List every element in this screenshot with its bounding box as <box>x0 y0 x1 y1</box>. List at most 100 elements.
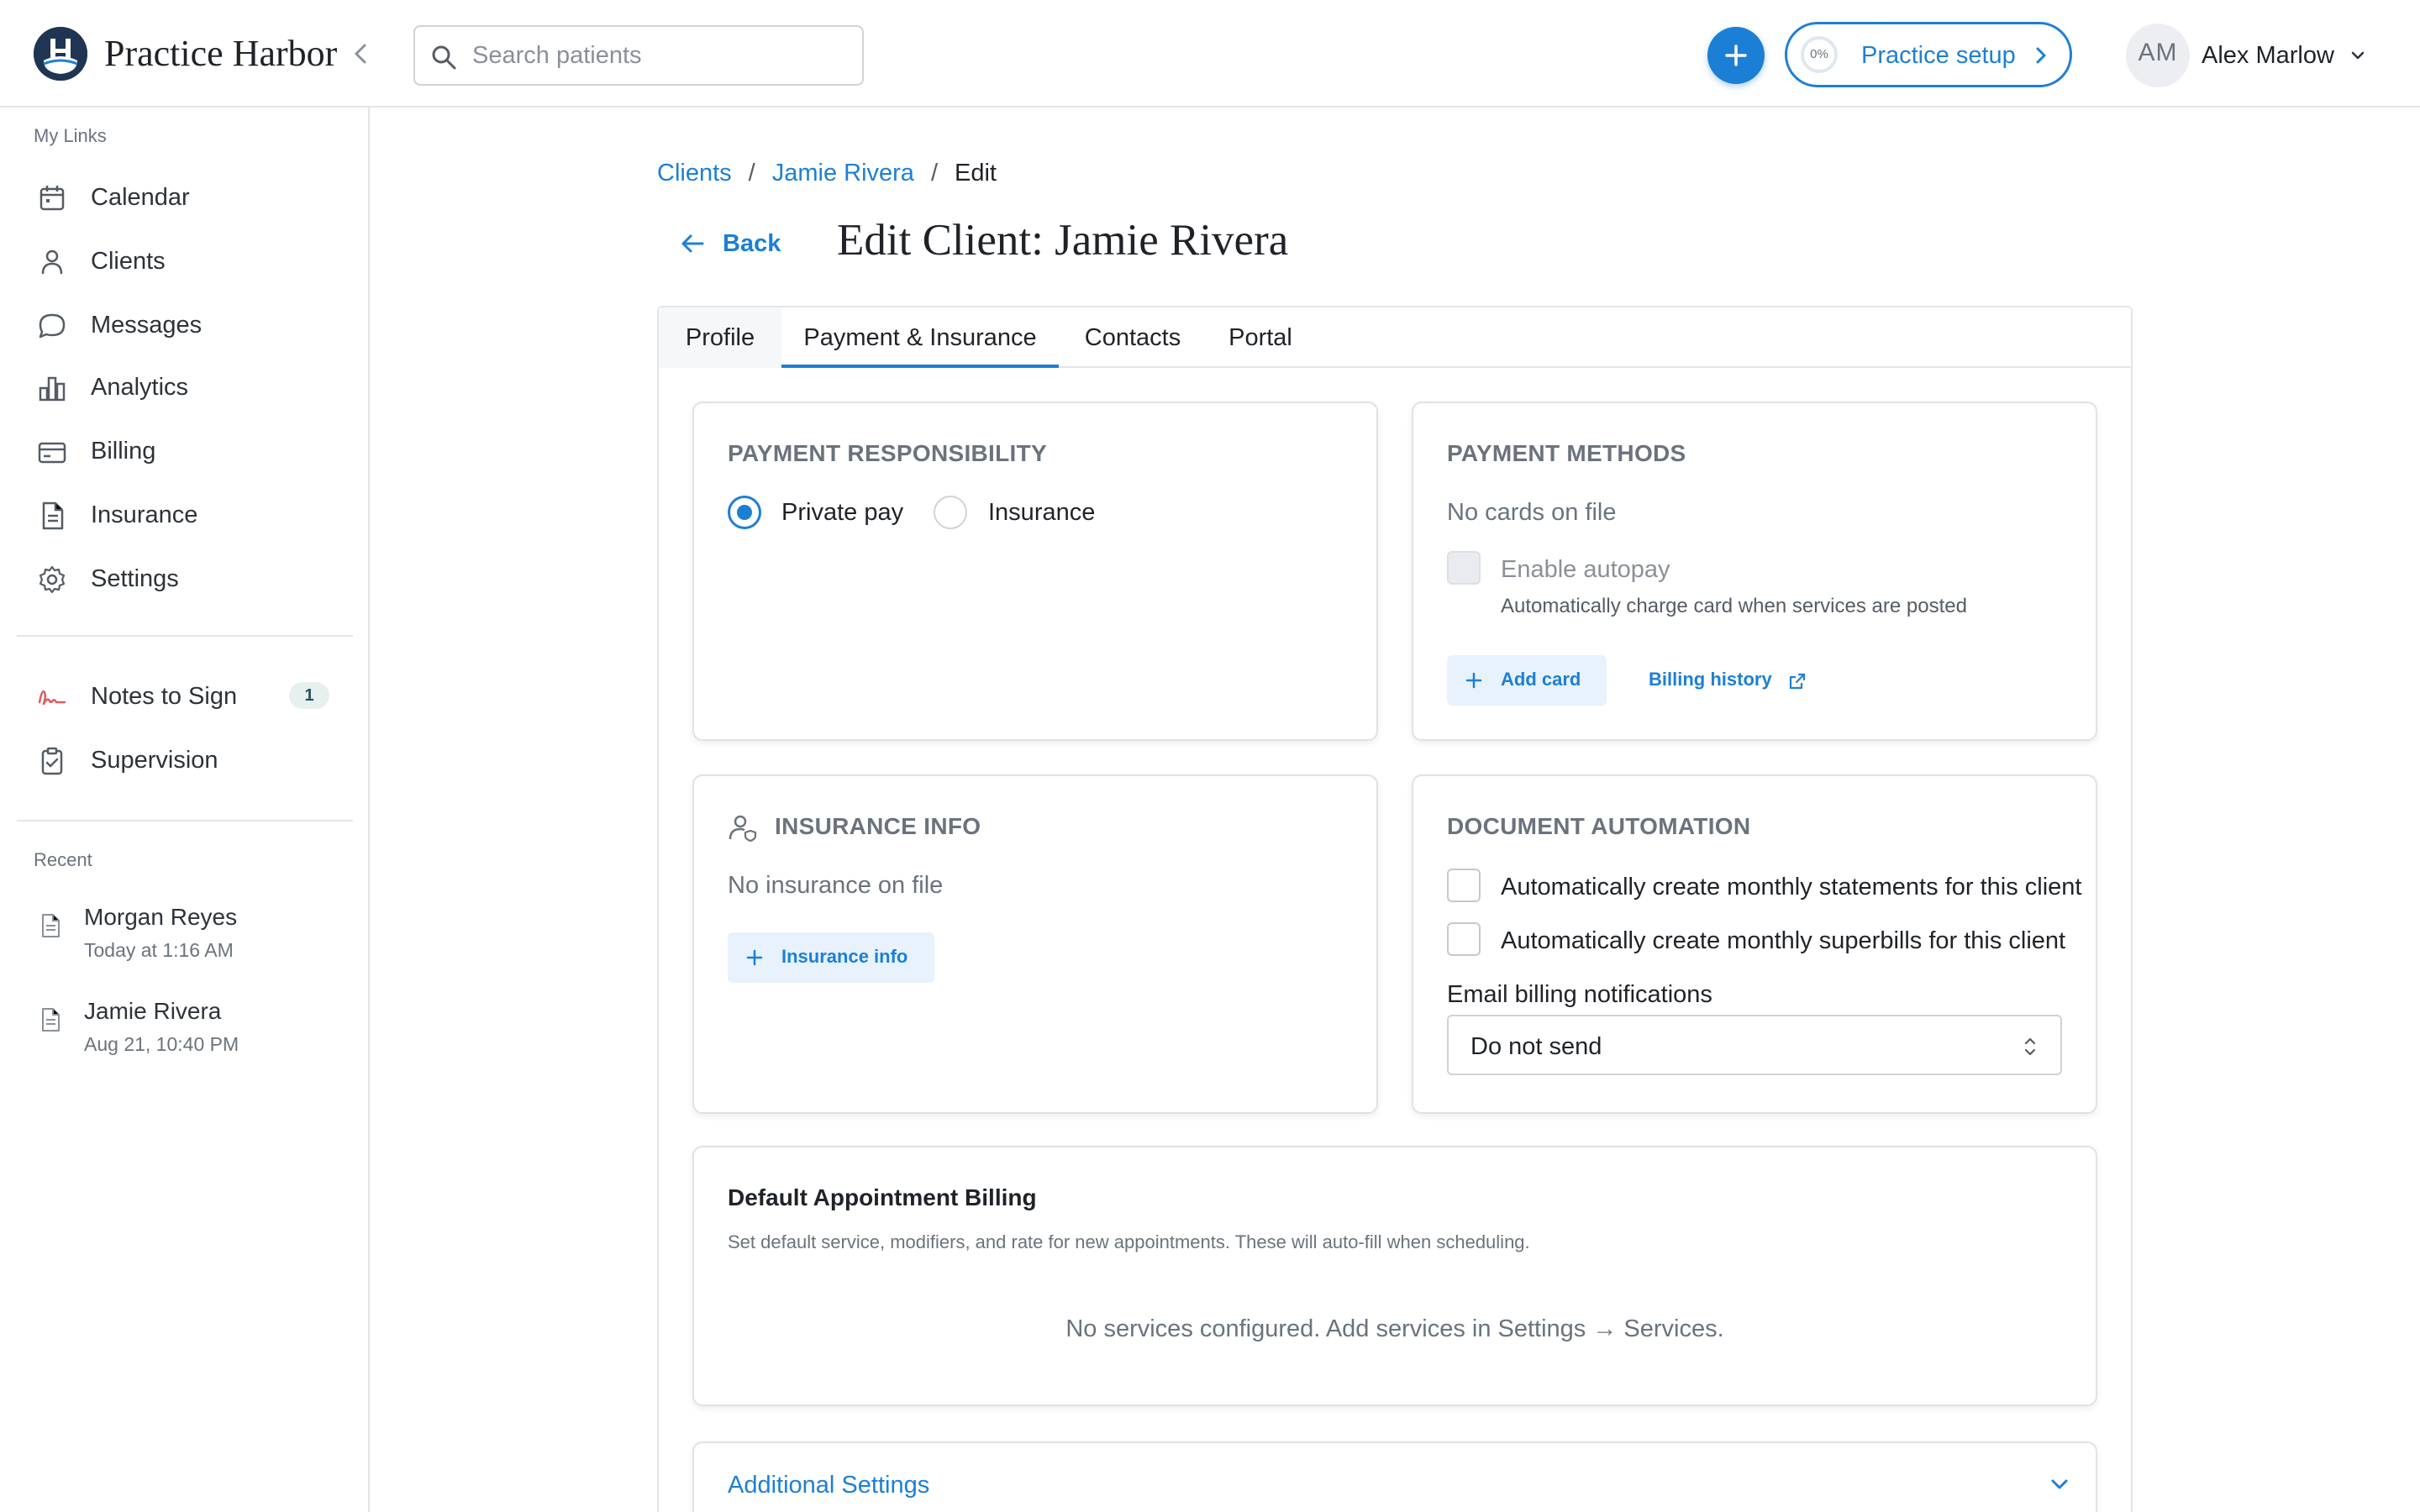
breadcrumb-clients-link[interactable]: Clients <box>657 160 732 186</box>
collapse-sidebar-icon[interactable] <box>350 39 373 69</box>
chevron-up-down-icon <box>2024 1037 2036 1056</box>
no-services-text: No services configured. Add services in … <box>1065 1315 1724 1342</box>
email-notifications-label: Email billing notifications <box>1447 981 1712 1008</box>
page-title: Edit Client: Jamie Rivera <box>837 216 1289 265</box>
chevron-down-icon <box>2051 1479 2068 1489</box>
recent-item-jamie-rivera[interactable]: Jamie Rivera Aug 21, 10:40 PM <box>17 988 353 1072</box>
message-icon <box>37 311 67 341</box>
search-icon <box>432 45 456 70</box>
sidebar-item-clients[interactable]: Clients <box>17 234 353 287</box>
sidebar-item-supervision[interactable]: Supervision <box>17 732 353 786</box>
insurance-info-button-label: Insurance info <box>781 946 908 967</box>
app-logo[interactable] <box>34 27 87 81</box>
insurance-info-card: INSURANCE INFO No insurance on file Insu… <box>692 774 1378 1114</box>
my-links-heading: My Links <box>34 125 107 146</box>
bar-chart-icon <box>37 373 67 403</box>
payment-responsibility-card: PAYMENT RESPONSIBILITY Private pay Insur… <box>692 402 1378 741</box>
autopay-note: Automatically charge card when services … <box>1501 595 1967 617</box>
plus-icon <box>1465 672 1482 689</box>
breadcrumb-separator: / <box>748 160 755 186</box>
monthly-statements-checkbox[interactable] <box>1447 869 1481 902</box>
monthly-superbills-label[interactable]: Automatically create monthly superbills … <box>1501 927 2065 954</box>
tab-portal[interactable]: Portal <box>1207 307 1314 368</box>
breadcrumb: Clients / Jamie Rivera / Edit <box>657 160 997 186</box>
sidebar-item-analytics[interactable]: Analytics <box>17 360 353 413</box>
back-button[interactable]: Back <box>672 223 790 264</box>
email-notifications-value: Do not send <box>1470 1033 1602 1060</box>
default-billing-subtitle: Set default service, modifiers, and rate… <box>728 1231 1530 1252</box>
add-card-button[interactable]: Add card <box>1447 655 1607 706</box>
recent-item-morgan-reyes[interactable]: Morgan Reyes Today at 1:16 AM <box>17 894 353 978</box>
sidebar-item-label: Billing <box>91 438 156 465</box>
recent-client-name: Jamie Rivera <box>84 998 222 1024</box>
autopay-checkbox[interactable] <box>1447 551 1481 585</box>
arrow-left-icon <box>681 234 704 253</box>
sidebar-item-billing[interactable]: Billing <box>17 423 353 477</box>
private-pay-radio[interactable] <box>728 496 761 529</box>
default-appointment-billing-card: Default Appointment Billing Set default … <box>692 1146 2097 1406</box>
sidebar-item-label: Analytics <box>91 374 189 401</box>
clipboard-check-icon <box>37 746 67 776</box>
monthly-superbills-checkbox[interactable] <box>1447 922 1481 956</box>
sidebar: My Links Calendar Clients Messages Analy… <box>0 108 370 1512</box>
email-notifications-select[interactable]: Do not send <box>1447 1015 2062 1075</box>
calendar-icon <box>37 183 67 213</box>
recent-heading: Recent <box>34 849 92 870</box>
insurance-label[interactable]: Insurance <box>988 499 1095 526</box>
signature-icon <box>37 682 67 712</box>
add-insurance-info-button[interactable]: Insurance info <box>728 932 934 983</box>
billing-history-link[interactable]: Billing history <box>1649 669 1817 694</box>
sidebar-item-settings[interactable]: Settings <box>17 551 353 605</box>
insurance-info-title: INSURANCE INFO <box>775 813 981 839</box>
document-icon <box>37 1006 64 1033</box>
tab-profile[interactable]: Profile <box>659 307 781 368</box>
user-shield-icon <box>729 815 757 843</box>
sidebar-divider <box>17 635 353 637</box>
top-bar: Practice Harbor 0% Practice setup AM Ale… <box>0 0 2420 108</box>
plus-icon <box>1725 45 1747 66</box>
sidebar-item-calendar[interactable]: Calendar <box>17 170 353 223</box>
add-card-label: Add card <box>1501 669 1581 690</box>
breadcrumb-current: Edit <box>955 160 997 186</box>
client-edit-panel: Profile Payment & Insurance Contacts Por… <box>657 306 2133 1512</box>
breadcrumb-client-link[interactable]: Jamie Rivera <box>772 160 914 186</box>
quick-create-button[interactable] <box>1707 27 1765 84</box>
sidebar-item-notes-to-sign[interactable]: Notes to Sign 1 <box>17 669 353 722</box>
monthly-statements-label[interactable]: Automatically create monthly statements … <box>1501 874 2081 900</box>
document-automation-card: DOCUMENT AUTOMATION Automatically create… <box>1412 774 2097 1114</box>
practice-setup-button[interactable]: 0% Practice setup <box>1785 22 2072 87</box>
notes-count-badge: 1 <box>289 682 329 709</box>
no-cards-text: No cards on file <box>1447 499 1617 526</box>
avatar[interactable]: AM <box>2126 24 2190 87</box>
external-link-icon <box>1789 673 1806 690</box>
sidebar-item-insurance[interactable]: Insurance <box>17 487 353 541</box>
sidebar-item-messages[interactable]: Messages <box>17 297 353 351</box>
recent-client-time: Today at 1:16 AM <box>84 939 234 961</box>
recent-client-name: Morgan Reyes <box>84 904 238 930</box>
chevron-right-icon <box>2036 47 2046 64</box>
tab-contacts[interactable]: Contacts <box>1059 307 1207 368</box>
additional-settings-label: Additional Settings <box>728 1472 930 1499</box>
sidebar-divider <box>17 820 353 822</box>
sidebar-item-label: Calendar <box>91 184 190 211</box>
chevron-down-icon[interactable] <box>2349 49 2366 62</box>
user-name[interactable]: Alex Marlow <box>2202 42 2334 69</box>
document-automation-title: DOCUMENT AUTOMATION <box>1447 813 1751 839</box>
private-pay-label[interactable]: Private pay <box>781 499 903 526</box>
search-input[interactable] <box>472 27 850 84</box>
default-billing-title: Default Appointment Billing <box>728 1184 1037 1210</box>
user-icon <box>37 247 67 277</box>
no-insurance-text: No insurance on file <box>728 872 944 899</box>
sidebar-item-label: Settings <box>91 565 179 592</box>
sidebar-item-label: Messages <box>91 312 203 339</box>
search-box[interactable] <box>413 25 864 86</box>
billing-history-label: Billing history <box>1649 669 1772 690</box>
tab-payment-insurance[interactable]: Payment & Insurance <box>781 307 1059 368</box>
practice-setup-label: Practice setup <box>1861 42 2016 69</box>
setup-progress-ring: 0% <box>1801 36 1838 73</box>
insurance-radio[interactable] <box>934 496 967 529</box>
additional-settings-accordion[interactable]: Additional Settings <box>692 1441 2097 1512</box>
brand-name: Practice Harbor <box>104 33 338 74</box>
gear-icon <box>37 564 67 595</box>
sidebar-item-label: Insurance <box>91 501 198 528</box>
